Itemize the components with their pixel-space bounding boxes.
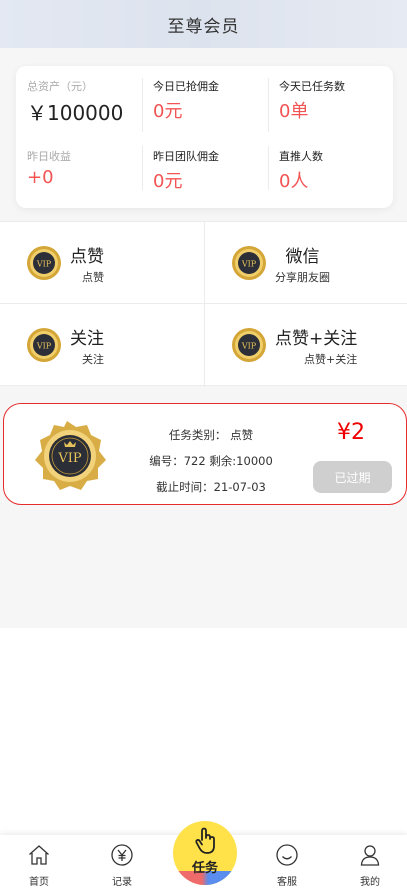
svg-text:VIP: VIP: [241, 342, 257, 351]
page-title: 至尊会员: [167, 16, 240, 37]
menu-subtitle: 点赞: [82, 270, 104, 284]
vip-badge-icon: VIP: [232, 328, 266, 362]
stat-label: 直推人数: [279, 150, 323, 163]
tab-home[interactable]: 首页: [9, 843, 69, 893]
user-icon: [360, 845, 380, 866]
stat-direct-referrals: 直推人数 0人: [279, 148, 323, 193]
menu-item-wechat[interactable]: VIP 微信 分享朋友圈: [205, 222, 407, 304]
stat-total-assets: 总资产（元） ￥100000: [27, 78, 123, 126]
task-info: 任务类别： 点赞 编号：722 剩余:10000 截止时间：21-07-03: [132, 422, 290, 500]
stat-today-tasks: 今天已任务数 0单: [279, 78, 345, 123]
stat-value: +0: [27, 167, 54, 188]
menu-title: 点赞+关注: [275, 328, 358, 349]
svg-text:VIP: VIP: [241, 260, 257, 269]
vip-badge-icon: VIP: [27, 328, 61, 362]
smile-service-icon: [276, 844, 298, 866]
stat-team-commission: 昨日团队佣金 0元: [153, 148, 219, 193]
header-bar: 至尊会员: [0, 0, 407, 48]
vip-medal-icon: VIP: [35, 421, 106, 490]
menu-subtitle: 分享朋友圈: [275, 270, 330, 284]
tab-service[interactable]: 客服: [257, 843, 317, 893]
task-deadline: 截止时间：21-07-03: [156, 480, 266, 494]
stat-today-commission: 今日已抢佣金 0元: [153, 78, 219, 123]
svg-text:VIP: VIP: [36, 342, 52, 351]
tap-hand-icon: [195, 827, 215, 854]
menu-title: 点赞: [70, 246, 104, 267]
stat-label: 总资产（元）: [27, 80, 93, 93]
expired-button[interactable]: 已过期: [313, 461, 392, 493]
menu-subtitle: 关注: [82, 352, 104, 366]
stats-divider: [268, 146, 269, 190]
stat-label: 今天已任务数: [279, 80, 345, 93]
tab-label: 客服: [277, 877, 297, 888]
tab-records[interactable]: 记录: [92, 843, 152, 893]
stats-divider: [142, 146, 143, 190]
home-icon: [29, 845, 49, 865]
tab-mine[interactable]: 我的: [340, 843, 400, 893]
stat-yesterday-income: 昨日收益 +0: [27, 148, 71, 188]
menu-item-like-follow[interactable]: VIP 点赞+关注 点赞+关注: [205, 304, 407, 386]
tab-label: 我的: [360, 877, 380, 888]
stat-value: 0元: [153, 101, 183, 122]
vip-badge-icon: VIP: [27, 246, 61, 280]
stats-divider: [142, 78, 143, 132]
yuan-records-icon: [111, 844, 133, 866]
tab-label: 首页: [29, 877, 49, 888]
tab-task-center[interactable]: 任务: [173, 821, 237, 885]
stat-label: 昨日收益: [27, 150, 71, 163]
stat-label: 今日已抢佣金: [153, 80, 219, 93]
stats-divider: [268, 78, 269, 132]
stats-card: 总资产（元） ￥100000 今日已抢佣金 0元 今天已任务数 0单 昨日收益 …: [16, 66, 393, 208]
menu-title: 关注: [70, 328, 104, 349]
svg-text:VIP: VIP: [36, 260, 52, 269]
menu-item-like[interactable]: VIP 点赞 点赞: [0, 222, 203, 304]
tab-label: 记录: [112, 877, 132, 888]
menu-item-follow[interactable]: VIP 关注 关注: [0, 304, 203, 386]
task-category: 任务类别： 点赞: [168, 428, 254, 442]
stat-value: 0人: [279, 171, 309, 192]
task-number-remaining: 编号：722 剩余:10000: [149, 454, 273, 468]
task-card[interactable]: VIP 任务类别： 点赞 编号：722 剩余:10000 截止时间：21-07-…: [3, 403, 407, 505]
stat-label: 昨日团队佣金: [153, 150, 219, 163]
menu-subtitle: 点赞+关注: [304, 352, 358, 366]
stat-value: ￥100000: [27, 101, 124, 125]
task-category-grid: VIP 点赞 点赞 VIP 微信 分享朋友圈 VIP 关注 关注 VIP 点赞+…: [0, 221, 407, 387]
stat-value: 0元: [153, 171, 183, 192]
stat-value: 0单: [279, 101, 309, 122]
task-price: ¥2: [337, 420, 365, 445]
vip-badge-icon: VIP: [232, 246, 266, 280]
vip-medal-text: VIP: [57, 451, 82, 466]
tab-label: 任务: [191, 861, 218, 876]
menu-title: 微信: [285, 246, 320, 267]
